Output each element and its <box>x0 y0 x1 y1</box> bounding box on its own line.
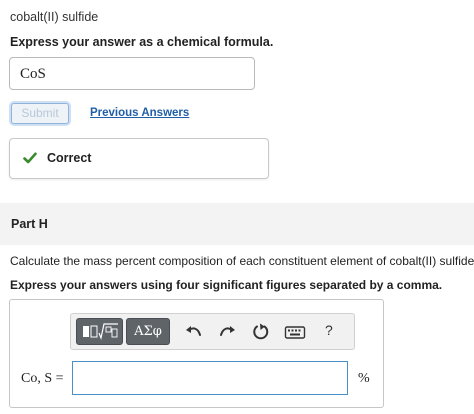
previous-answers-link[interactable]: Previous Answers <box>90 107 189 119</box>
formula-answer-field[interactable]: CoS <box>9 57 255 90</box>
redo-icon[interactable] <box>217 322 237 342</box>
greek-symbols-icon: ΑΣφ <box>134 324 162 339</box>
mass-percent-input[interactable] <box>72 361 348 395</box>
symbols-button[interactable]: ΑΣφ <box>126 318 170 345</box>
templates-icon <box>83 323 118 341</box>
formula-answer-value: CoS <box>20 66 46 82</box>
templates-button[interactable] <box>76 318 123 345</box>
part-question: Calculate the mass percent composition o… <box>10 254 474 268</box>
submit-button[interactable]: Submit <box>11 103 69 124</box>
part-header: Part H <box>0 203 474 245</box>
question-instruction: Express your answer as a chemical formul… <box>10 35 274 49</box>
math-toolbar: ΑΣφ ? <box>70 313 355 350</box>
answer-input-label: Co, S = <box>21 371 64 386</box>
reset-icon[interactable] <box>251 322 271 342</box>
keyboard-icon[interactable] <box>284 322 306 342</box>
unit-label: % <box>358 371 370 386</box>
feedback-label: Correct <box>47 151 92 165</box>
check-icon <box>23 152 37 164</box>
answer-panel: ΑΣφ ? Co, S = % <box>9 299 384 408</box>
feedback-box: Correct <box>9 138 269 179</box>
question-title: cobalt(II) sulfide <box>10 10 99 24</box>
help-icon[interactable]: ? <box>325 322 333 338</box>
part-title: Part H <box>11 217 48 231</box>
undo-icon[interactable] <box>184 322 204 342</box>
part-instruction: Express your answers using four signific… <box>10 278 443 292</box>
